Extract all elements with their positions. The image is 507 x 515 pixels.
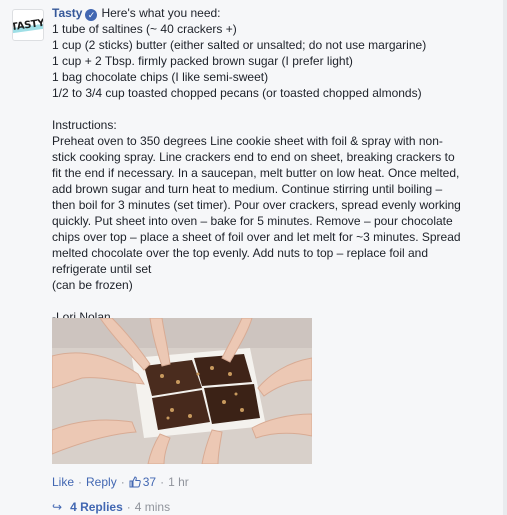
ingredient-line: 1 tube of saltines (~ 40 crackers +)	[52, 22, 237, 36]
ingredient-line: 1/2 to 3/4 cup toasted chopped pecans (o…	[52, 86, 422, 100]
comment-time[interactable]: 1 hr	[168, 475, 189, 489]
separator-dot: ·	[78, 475, 83, 489]
ingredient-line: 1 cup (2 sticks) butter (either salted o…	[52, 38, 427, 52]
attached-photo[interactable]	[52, 318, 312, 464]
reply-link[interactable]: Reply	[86, 475, 117, 489]
separator-dot: ·	[160, 475, 165, 489]
instructions-text: Preheat oven to 350 degrees Line cookie …	[52, 134, 461, 276]
instructions-title: Instructions:	[52, 118, 117, 132]
separator-dot: ·	[120, 475, 125, 489]
comment: TASTY Tasty ✓ Here's what you need: 1 tube…	[0, 0, 507, 515]
replies-count[interactable]: 4 Replies	[70, 500, 123, 514]
like-count[interactable]: 37	[129, 475, 156, 489]
comment-heading: Here's what you need:	[101, 6, 221, 20]
separator-dot: ·	[126, 500, 131, 514]
avatar[interactable]: TASTY	[12, 9, 44, 41]
verified-badge-icon: ✓	[85, 9, 98, 21]
like-count-number: 37	[142, 475, 157, 489]
comment-actions: Like · Reply · 37 · 1 hr	[52, 474, 189, 490]
reply-arrow-icon: ↪	[52, 500, 63, 514]
comment-header: Tasty ✓ Here's what you need:	[52, 5, 500, 21]
scrollbar[interactable]	[503, 0, 507, 515]
ingredient-line: 1 cup + 2 Tbsp. firmly packed brown suga…	[52, 54, 353, 68]
thumbs-up-icon	[129, 476, 141, 488]
replies-time: 4 mins	[134, 500, 171, 514]
author-name[interactable]: Tasty	[52, 6, 82, 20]
like-link[interactable]: Like	[52, 475, 74, 489]
frozen-note: (can be frozen)	[52, 278, 133, 292]
comment-body: Tasty ✓ Here's what you need: 1 tube of sa…	[52, 5, 500, 325]
replies-toggle[interactable]: ↪ 4 Replies · 4 mins	[52, 499, 170, 515]
avatar-logo-text: TASTY	[13, 17, 43, 33]
ingredient-line: 1 bag chocolate chips (I like semi-sweet…	[52, 70, 269, 84]
